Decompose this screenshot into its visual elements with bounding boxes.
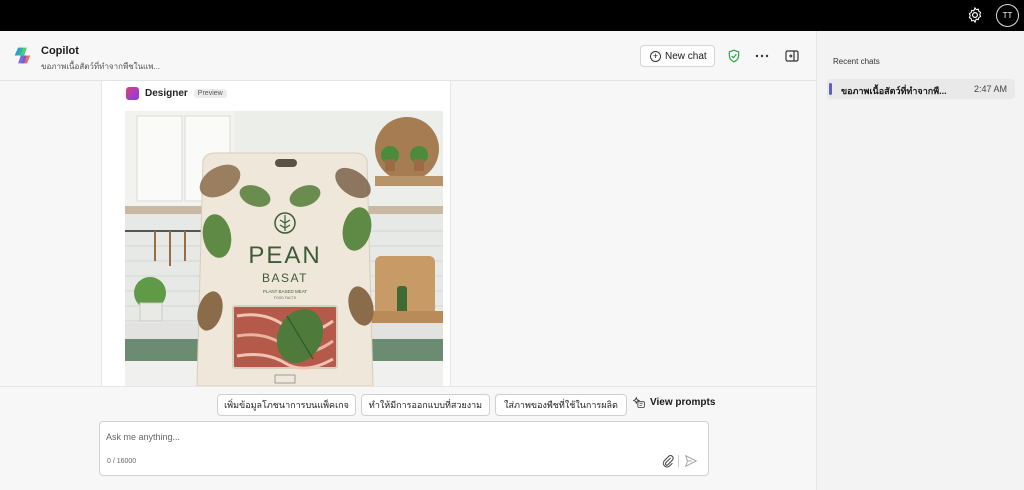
avatar[interactable]: TT <box>996 4 1019 27</box>
new-chat-label: New chat <box>665 50 707 62</box>
recent-chat-time: 2:47 AM <box>973 84 1007 94</box>
pouch-brand-line2: BASAT <box>262 271 308 285</box>
preview-badge: Preview <box>193 89 227 98</box>
suggestion-chip[interactable]: ใส่ภาพของพืชที่ใช้ในการผลิต <box>495 394 627 416</box>
view-prompts-button[interactable]: View prompts <box>633 396 715 409</box>
copilot-logo-icon <box>14 47 31 64</box>
view-prompts-label: View prompts <box>650 397 716 408</box>
paperclip-icon[interactable] <box>661 454 675 468</box>
pouch-tagline: PLANT BASED MEAT <box>263 289 308 294</box>
send-icon[interactable] <box>684 454 698 468</box>
pouch-brand-line1: PEAN <box>248 242 321 269</box>
sidebar-toggle-icon[interactable] <box>784 48 800 64</box>
composer-area: เพิ่มข้อมูลโภชนาการบนแพ็คเกจ ทำให้มีการอ… <box>0 386 816 490</box>
shield-check-icon[interactable] <box>726 48 742 64</box>
recent-chat-item[interactable]: ขอภาพเนื้อสัตว์ที่ทำจากพื... 2:47 AM <box>827 79 1015 99</box>
char-counter: 0 / 16000 <box>107 458 137 465</box>
recent-chats-panel: Recent chats ขอภาพเนื้อสัตว์ที่ทำจากพื..… <box>816 31 1024 490</box>
gear-icon[interactable] <box>966 6 984 24</box>
designer-label: Designer <box>145 88 188 99</box>
plus-circle-icon: + <box>650 50 661 62</box>
suggestion-chip[interactable]: เพิ่มข้อมูลโภชนาการบนแพ็คเกจ <box>217 394 356 416</box>
chat-input[interactable] <box>106 430 696 444</box>
suggestion-chip[interactable]: ทำให้มีการออกแบบที่สวยงาม <box>361 394 490 416</box>
new-chat-button[interactable]: + New chat <box>640 45 715 67</box>
package-illustration: PEAN BASAT PLANT BASED MEAT FOOD FACTS <box>125 111 443 386</box>
designer-response-card: Designer Preview PEAN BASAT PLANT BASED … <box>101 81 451 386</box>
generated-image[interactable]: PEAN BASAT PLANT BASED MEAT FOOD FACTS <box>125 111 443 386</box>
sparkle-prompts-icon <box>633 396 645 408</box>
top-bar: TT <box>0 0 1024 31</box>
recent-chats-heading: Recent chats <box>833 57 880 66</box>
designer-header: Designer Preview <box>126 87 227 100</box>
chat-subtitle: ขอภาพเนื้อสัตว์ที่ทำจากพืชในแพ... <box>41 62 161 71</box>
designer-logo-icon <box>126 87 139 100</box>
more-icon[interactable] <box>754 48 770 64</box>
recent-chat-title: ขอภาพเนื้อสัตว์ที่ทำจากพื... <box>841 86 947 96</box>
pouch-subtagline: FOOD FACTS <box>274 296 297 300</box>
chat-input-box: 0 / 16000 <box>99 421 709 476</box>
divider <box>678 455 679 467</box>
app-title: Copilot <box>41 45 79 57</box>
main-area: Copilot ขอภาพเนื้อสัตว์ที่ทำจากพืชในแพ..… <box>0 31 816 490</box>
active-indicator <box>829 83 832 95</box>
chat-header: Copilot ขอภาพเนื้อสัตว์ที่ทำจากพืชในแพ..… <box>0 31 816 81</box>
